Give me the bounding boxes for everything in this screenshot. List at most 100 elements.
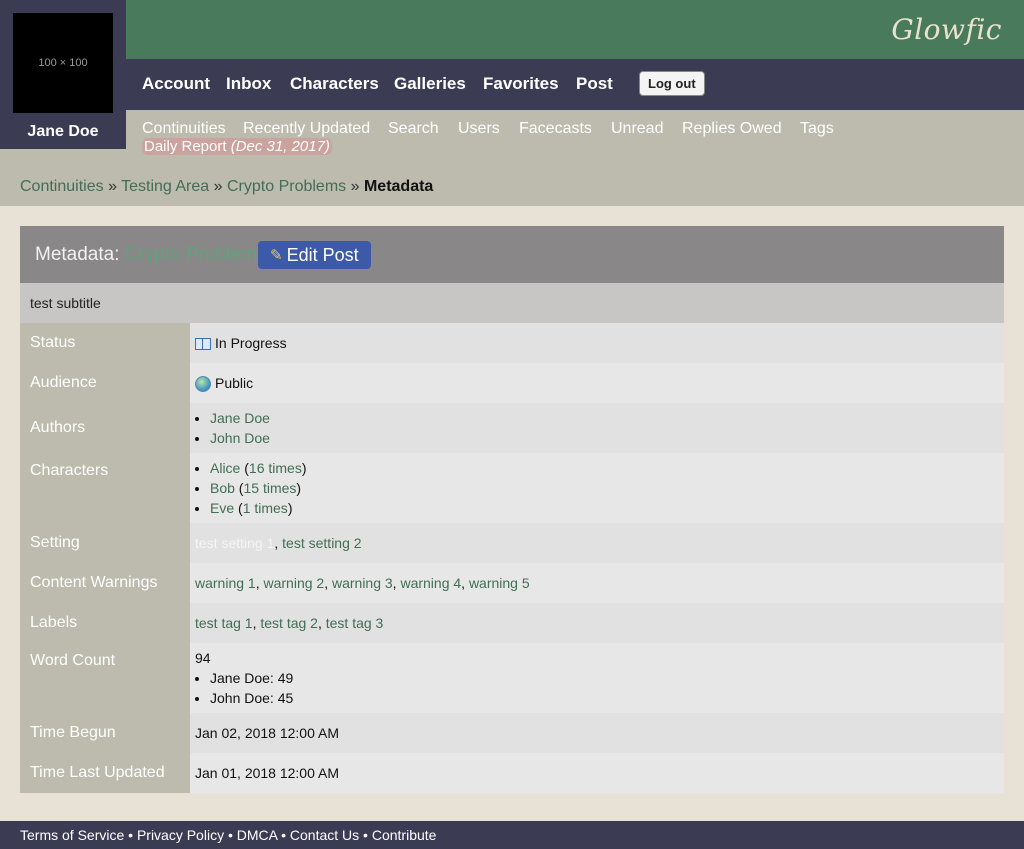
- warning-link[interactable]: warning 2: [263, 575, 324, 591]
- list-item: Alice (16 times): [210, 458, 1004, 478]
- authors-row: Authors Jane Doe John Doe: [20, 403, 1004, 453]
- nav-inbox[interactable]: Inbox: [226, 74, 271, 94]
- subnav-tags[interactable]: Tags: [800, 120, 834, 138]
- breadcrumb: Continuities » Testing Area » Crypto Pro…: [0, 167, 1024, 206]
- nav-galleries[interactable]: Galleries: [394, 74, 466, 94]
- status-label: Status: [20, 323, 190, 363]
- setting-value: test setting 1, test setting 2: [190, 523, 1004, 563]
- nav-favorites[interactable]: Favorites: [483, 74, 559, 94]
- breadcrumb-separator: »: [213, 178, 223, 195]
- list-item: Jane Doe: [210, 408, 1004, 428]
- character-link[interactable]: Alice: [210, 460, 240, 476]
- warning-link[interactable]: warning 1: [195, 575, 256, 591]
- subnav-continuities[interactable]: Continuities: [142, 120, 226, 138]
- username[interactable]: Jane Doe: [0, 123, 126, 141]
- logout-button[interactable]: Log out: [639, 71, 705, 96]
- character-link[interactable]: Eve: [210, 500, 234, 516]
- post-title-link[interactable]: Crypto Problems: [125, 244, 267, 265]
- tag-link[interactable]: test tag 1: [195, 615, 253, 631]
- time-updated-label: Time Last Updated: [20, 753, 190, 793]
- subnav-replies-owed[interactable]: Replies Owed: [682, 120, 782, 138]
- time-begun-row: Time Begun Jan 02, 2018 12:00 AM: [20, 713, 1004, 753]
- authors-label: Authors: [20, 403, 190, 453]
- character-link[interactable]: Bob: [210, 480, 235, 496]
- characters-label: Characters: [20, 453, 190, 523]
- subnav-unread[interactable]: Unread: [611, 120, 663, 138]
- breadcrumb-continuities[interactable]: Continuities: [20, 178, 104, 195]
- time-updated-value: Jan 01, 2018 12:00 AM: [190, 753, 1004, 793]
- footer-contribute-link[interactable]: Contribute: [372, 827, 437, 843]
- footer-privacy-link[interactable]: Privacy Policy: [137, 827, 224, 843]
- tag-link[interactable]: test tag 2: [260, 615, 318, 631]
- word-count-label: Word Count: [20, 643, 190, 713]
- audience-row: Audience Public: [20, 363, 1004, 403]
- nav-account[interactable]: Account: [142, 74, 210, 94]
- warning-link[interactable]: warning 4: [400, 575, 461, 591]
- authors-value: Jane Doe John Doe: [190, 403, 1004, 453]
- warnings-label: Content Warnings: [20, 563, 190, 603]
- characters-value: Alice (16 times) Bob (15 times) Eve (1 t…: [190, 453, 1004, 523]
- list-item: Jane Doe: 49: [210, 668, 1004, 688]
- main-nav: Account Inbox Characters Galleries Favor…: [0, 59, 1024, 110]
- globe-icon: [195, 376, 211, 393]
- setting-link[interactable]: test setting 2: [282, 535, 361, 551]
- page-title: Metadata: Crypto Problems: [35, 244, 266, 266]
- edit-post-button[interactable]: ✎ Edit Post: [258, 241, 371, 269]
- audience-value: Public: [190, 363, 1004, 403]
- status-value: In Progress: [190, 323, 1004, 363]
- time-begun-value: Jan 02, 2018 12:00 AM: [190, 713, 1004, 753]
- pencil-icon: ✎: [270, 247, 283, 264]
- list-item: John Doe: 45: [210, 688, 1004, 708]
- list-item: John Doe: [210, 428, 1004, 448]
- status-row: Status In Progress: [20, 323, 1004, 363]
- warnings-row: Content Warnings warning 1, warning 2, w…: [20, 563, 1004, 603]
- site-logo[interactable]: Glowfic: [891, 13, 1002, 46]
- footer: Terms of Service • Privacy Policy • DMCA…: [0, 821, 1024, 849]
- warnings-value: warning 1, warning 2, warning 3, warning…: [190, 563, 1004, 603]
- avatar[interactable]: 100 × 100: [13, 13, 113, 113]
- audience-label: Audience: [20, 363, 190, 403]
- word-count-row: Word Count 94 Jane Doe: 49 John Doe: 45: [20, 643, 1004, 713]
- daily-report-date: (Dec 31, 2017): [230, 138, 330, 155]
- breadcrumb-separator: »: [350, 178, 360, 195]
- subnav-search[interactable]: Search: [388, 120, 439, 138]
- footer-terms-link[interactable]: Terms of Service: [20, 827, 124, 843]
- character-count-link[interactable]: 15 times: [243, 480, 296, 496]
- tag-link[interactable]: test tag 3: [326, 615, 384, 631]
- word-count-total: 94: [195, 650, 211, 666]
- breadcrumb-testing-area[interactable]: Testing Area: [121, 178, 209, 195]
- nav-characters[interactable]: Characters: [290, 74, 379, 94]
- audience-text: Public: [215, 375, 254, 391]
- daily-report-label: Daily Report: [144, 138, 227, 155]
- word-count-value: 94 Jane Doe: 49 John Doe: 45: [190, 643, 1004, 713]
- breadcrumb-post[interactable]: Crypto Problems: [227, 178, 346, 195]
- panel-header: Metadata: Crypto Problems ✎ Edit Post: [20, 226, 1004, 283]
- labels-label: Labels: [20, 603, 190, 643]
- list-item: Bob (15 times): [210, 478, 1004, 498]
- subnav-facecasts[interactable]: Facecasts: [519, 120, 592, 138]
- breadcrumb-separator: »: [108, 178, 117, 195]
- metadata-panel: Metadata: Crypto Problems ✎ Edit Post te…: [20, 226, 1004, 793]
- title-prefix: Metadata:: [35, 244, 120, 265]
- warning-link[interactable]: warning 3: [332, 575, 393, 591]
- setting-row: Setting test setting 1, test setting 2: [20, 523, 1004, 563]
- footer-contact-link[interactable]: Contact Us: [290, 827, 359, 843]
- nav-post[interactable]: Post: [576, 74, 613, 94]
- footer-dmca-link[interactable]: DMCA: [237, 827, 277, 843]
- post-subtitle: test subtitle: [20, 283, 1004, 323]
- time-updated-row: Time Last Updated Jan 01, 2018 12:00 AM: [20, 753, 1004, 793]
- character-count-link[interactable]: 1 times: [243, 500, 288, 516]
- character-count-link[interactable]: 16 times: [249, 460, 302, 476]
- top-banner: Glowfic: [0, 0, 1024, 59]
- subnav-users[interactable]: Users: [458, 120, 500, 138]
- book-icon: [195, 338, 211, 351]
- author-link[interactable]: Jane Doe: [210, 410, 270, 426]
- labels-row: Labels test tag 1, test tag 2, test tag …: [20, 603, 1004, 643]
- characters-row: Characters Alice (16 times) Bob (15 time…: [20, 453, 1004, 523]
- setting-link[interactable]: test setting 1: [195, 535, 274, 551]
- list-item: Eve (1 times): [210, 498, 1004, 518]
- author-link[interactable]: John Doe: [210, 430, 270, 446]
- subnav-recently-updated[interactable]: Recently Updated: [243, 120, 370, 138]
- warning-link[interactable]: warning 5: [469, 575, 530, 591]
- daily-report-link[interactable]: Daily Report (Dec 31, 2017): [142, 138, 332, 155]
